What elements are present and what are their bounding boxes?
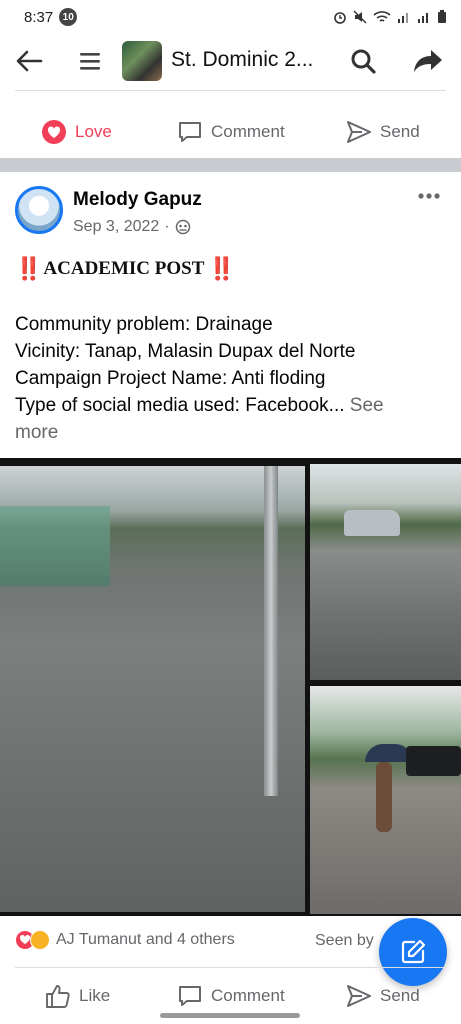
post-title-text: ACADEMIC POST [43,258,205,279]
love-reaction-icon [42,120,66,144]
wifi-icon [373,11,391,22]
feed-separator [0,158,461,172]
post-body-line: Vicinity: Tanap, Malasin Dupax del Norte [15,341,356,362]
truck [406,746,461,776]
person-umbrella-photo[interactable] [310,686,461,914]
like-icon [46,985,70,1008]
seen-by-link[interactable]: Seen by [315,932,374,950]
comment-icon [179,122,201,142]
post-body-line: Campaign Project Name: Anti floding [15,368,326,389]
divider [15,90,446,91]
comment-button[interactable]: Comment [177,120,285,144]
post-meta: Sep 3, 2022 · [73,218,191,236]
comment-label: Comment [211,986,285,1005]
share-button[interactable] [410,44,446,78]
comment-icon [179,986,201,1006]
menu-icon [80,53,100,70]
double-exclamation-icon: ‼️ [15,256,42,281]
house-wall [0,506,110,586]
send-icon [347,985,371,1007]
send-button[interactable]: Send [346,120,420,144]
pole [264,466,278,796]
send-label: Send [380,122,420,141]
signal-icon [398,13,408,23]
back-arrow-icon [16,50,43,72]
photo-grid [0,458,461,916]
compose-icon [401,939,426,964]
reaction-summary[interactable]: AJ Tumanut and 4 others [15,930,235,950]
avatar[interactable] [15,186,63,234]
like-button[interactable]: Like [45,983,110,1009]
post-date[interactable]: Sep 3, 2022 [73,218,159,236]
love-button[interactable]: Love [41,119,112,145]
notification-count-badge: 10 [59,8,78,26]
person [376,762,392,832]
post-body-line-last: Type of social media used: Facebook... S… [15,392,447,419]
status-icons [333,10,447,24]
alarm-icon [334,12,346,24]
post-title: ‼️ ACADEMIC POST ‼️ [15,256,236,282]
home-indicator[interactable] [160,1013,300,1018]
signal-icon [418,13,428,23]
menu-button[interactable] [74,44,106,78]
send-button[interactable]: Send [346,984,420,1008]
reaction-icons [15,930,50,950]
status-bar: 8:37 10 [0,0,461,34]
comment-button[interactable]: Comment [177,984,285,1008]
like-label: Like [79,986,111,1005]
page-title[interactable]: St. Dominic 2... [171,48,313,72]
post-options-button[interactable] [414,186,444,206]
share-icon [414,50,442,72]
divider [15,967,446,968]
see-more-link[interactable]: See [350,395,384,416]
back-button[interactable] [12,44,46,78]
double-exclamation-icon: ‼️ [208,256,235,281]
search-button[interactable] [346,44,380,78]
post-body-line: Community problem: Drainage [15,314,273,335]
flooded-road-photo[interactable] [0,466,305,912]
post-body: Community problem: Drainage Vicinity: Ta… [15,311,447,446]
group-thumbnail[interactable] [122,41,162,81]
mute-icon [353,10,367,24]
love-label: Love [75,122,112,141]
car [344,510,400,536]
top-app-bar: St. Dominic 2... [0,34,461,90]
status-time: 8:37 [24,8,54,26]
post-body-line-text: Type of social media used: Facebook... [15,395,345,416]
previous-post-actions: Love Comment Send [0,108,461,156]
reactions-text: AJ Tumanut and 4 others [56,931,235,948]
search-icon [351,49,376,74]
group-members-icon [175,219,190,235]
flooded-street-car-photo[interactable] [310,464,461,680]
more-options-icon [418,193,440,199]
comment-label: Comment [211,122,285,141]
care-reaction-icon [30,930,50,950]
see-more-link[interactable]: more [15,419,447,446]
battery-icon [438,10,446,23]
author-name[interactable]: Melody Gapuz [73,189,202,211]
send-icon [347,121,371,143]
send-label: Send [380,986,420,1005]
meta-separator: · [164,218,170,235]
